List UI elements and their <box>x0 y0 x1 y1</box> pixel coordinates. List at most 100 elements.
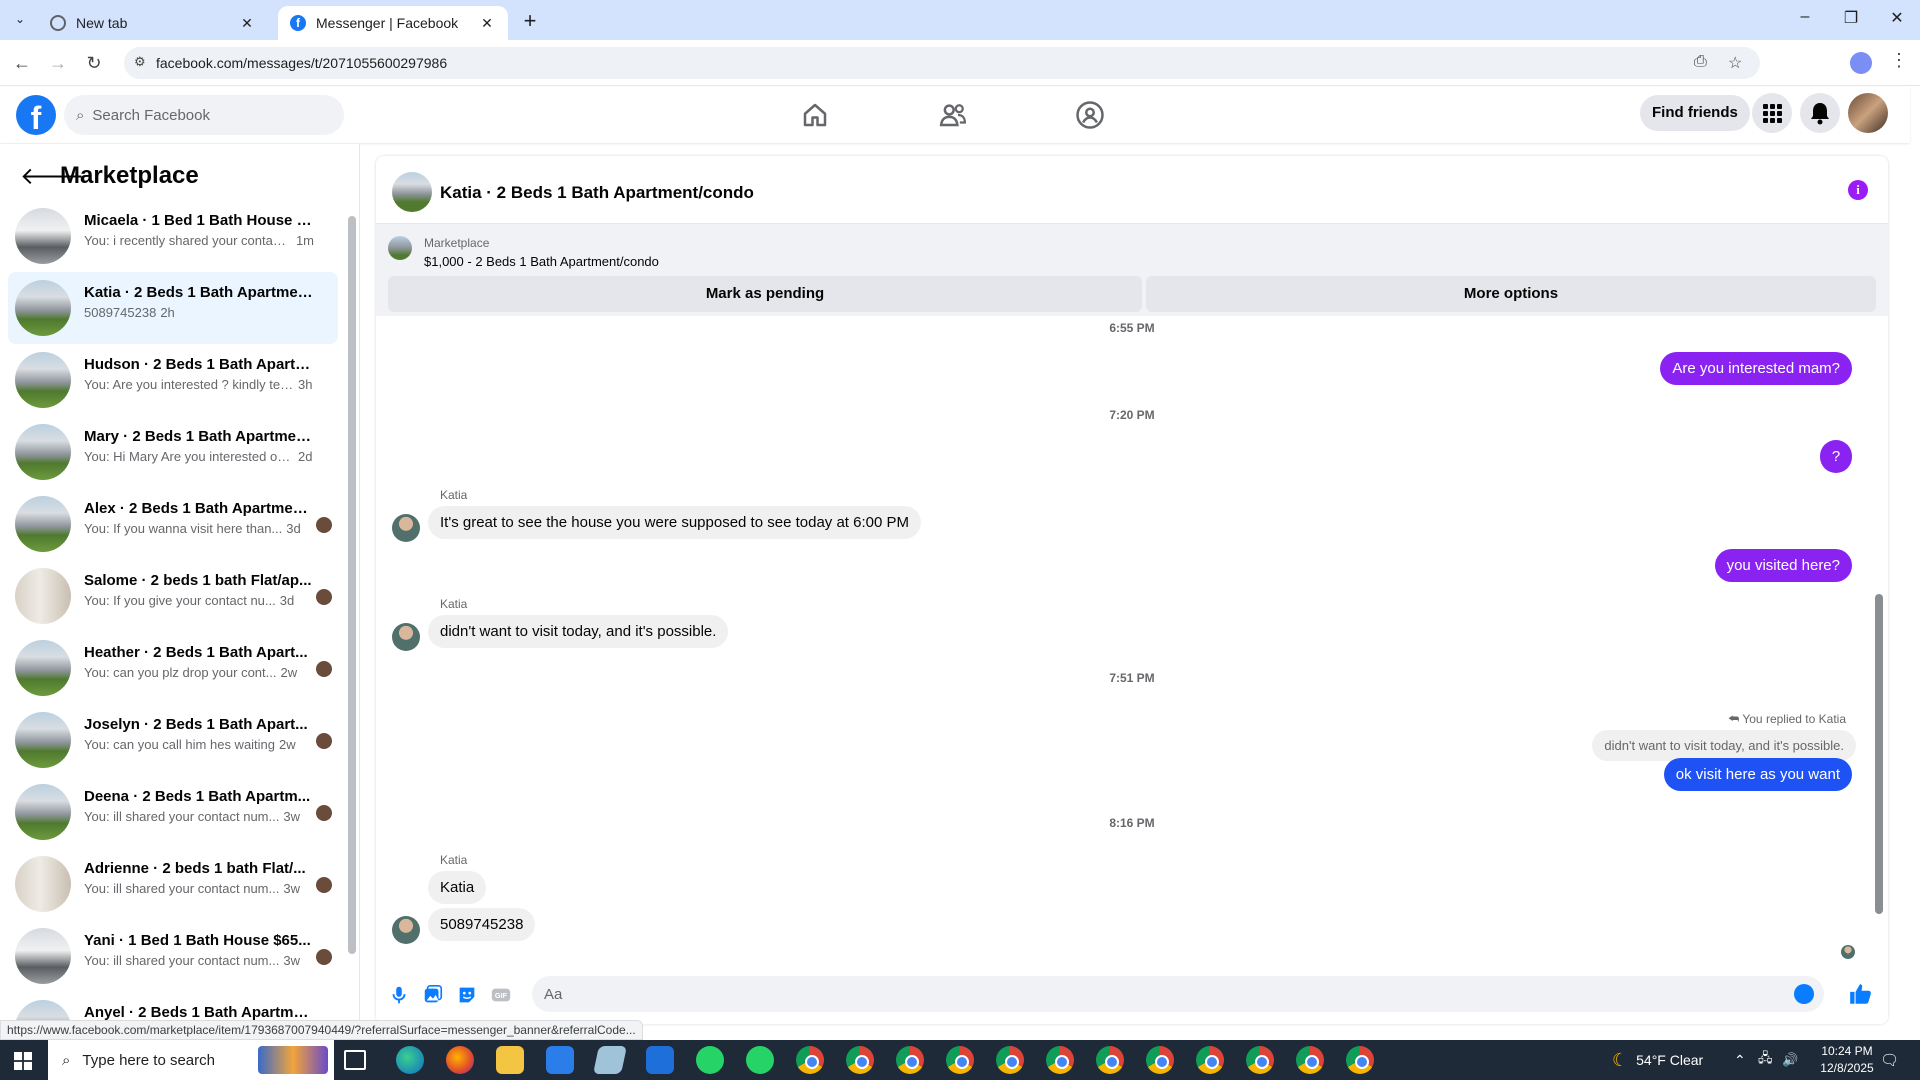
conversation-item[interactable]: Alex · 2 Beds 1 Bath Apartmen... You: If … <box>8 488 338 560</box>
new-tab-plus-icon[interactable]: + <box>518 8 542 34</box>
tab-search-icon[interactable]: ⌄ <box>10 9 30 29</box>
message-outgoing[interactable]: Are you interested mam? <box>1660 352 1852 385</box>
messages-scrollbar[interactable] <box>1874 324 1884 964</box>
forward-arrow-icon[interactable]: → <box>46 51 70 75</box>
friends-icon[interactable] <box>938 100 968 130</box>
minimize-icon[interactable]: – <box>1790 8 1820 26</box>
katia-avatar[interactable] <box>392 623 420 651</box>
address-bar[interactable]: ⚙ facebook.com/messages/t/20710556002979… <box>124 47 1760 79</box>
thumbs-up-icon[interactable] <box>1848 981 1874 1007</box>
close-icon[interactable]: ✕ <box>478 15 496 32</box>
search-input[interactable] <box>92 106 313 124</box>
network-icon[interactable]: 🖧 <box>1758 1040 1773 1080</box>
chat-avatar[interactable] <box>392 172 432 212</box>
conversation-item[interactable]: Mary · 2 Beds 1 Bath Apartment... You: Hi… <box>8 416 338 488</box>
taskbar-search-input[interactable] <box>82 1051 263 1069</box>
bookmark-star-icon[interactable]: ☆ <box>1728 53 1742 73</box>
message-incoming[interactable]: Katia <box>428 871 487 904</box>
chrome-icon[interactable] <box>1346 1046 1374 1074</box>
katia-avatar[interactable] <box>392 916 420 944</box>
chrome-icon[interactable] <box>946 1046 974 1074</box>
chat-title[interactable]: Katia · 2 Beds 1 Bath Apartment/condo <box>440 183 754 203</box>
facebook-search[interactable]: ⌕ <box>64 95 344 135</box>
microphone-icon[interactable] <box>388 984 410 1006</box>
notifications-button[interactable] <box>1800 93 1840 133</box>
listing-thumbnail[interactable] <box>388 236 412 260</box>
reload-icon[interactable]: ↻ <box>82 51 106 75</box>
chrome-icon[interactable] <box>1096 1046 1124 1074</box>
windows-start-icon[interactable] <box>14 1052 32 1070</box>
find-friends-button[interactable]: Find friends <box>1640 95 1750 131</box>
chrome-icon[interactable] <box>1246 1046 1274 1074</box>
volume-icon[interactable]: 🔊 <box>1782 1040 1798 1080</box>
facebook-logo-icon[interactable]: f <box>16 95 56 135</box>
conversation-item[interactable]: Joselyn · 2 Beds 1 Bath Apart... You: can… <box>8 704 338 776</box>
chrome-icon[interactable] <box>896 1046 924 1074</box>
conversation-item[interactable]: Micaela · 1 Bed 1 Bath House $6... You: i… <box>8 200 338 272</box>
message-outgoing[interactable]: ? <box>1820 440 1852 473</box>
conversation-item[interactable]: Katia · 2 Beds 1 Bath Apartment/... 50897… <box>8 272 338 344</box>
conversation-item[interactable]: Adrienne · 2 beds 1 bath Flat/... You: il… <box>8 848 338 920</box>
taskbar-clock[interactable]: 10:24 PM 12/8/2025 <box>1812 1043 1882 1077</box>
katia-avatar[interactable] <box>392 514 420 542</box>
listing-title[interactable]: $1,000 - 2 Beds 1 Bath Apartment/condo <box>424 254 659 269</box>
browser-profile-icon[interactable] <box>1850 52 1872 74</box>
chrome-icon[interactable] <box>1146 1046 1174 1074</box>
sticker-icon[interactable] <box>456 984 478 1006</box>
edge-icon[interactable] <box>396 1046 424 1074</box>
chrome-icon[interactable] <box>1046 1046 1074 1074</box>
store-icon[interactable] <box>546 1046 574 1074</box>
sidebar-scrollbar[interactable] <box>348 204 356 954</box>
file-explorer-icon[interactable] <box>496 1046 524 1074</box>
info-icon[interactable]: i <box>1848 180 1868 200</box>
quoted-message[interactable]: didn't want to visit today, and it's pos… <box>1592 730 1856 761</box>
gif-icon[interactable]: GIF <box>490 984 512 1006</box>
message-incoming[interactable]: It's great to see the house you were sup… <box>428 506 921 539</box>
whatsapp-icon[interactable] <box>696 1046 724 1074</box>
chrome-icon[interactable] <box>1196 1046 1224 1074</box>
taskbar-search[interactable]: ⌕ <box>48 1040 334 1080</box>
conversation-item[interactable]: Yani · 1 Bed 1 Bath House $65... You: ill… <box>8 920 338 992</box>
more-options-button[interactable]: More options <box>1146 276 1876 312</box>
conversation-item[interactable]: Salome · 2 beds 1 bath Flat/ap... You: If… <box>8 560 338 632</box>
conversation-item[interactable]: Deena · 2 Beds 1 Bath Apartm... You: ill … <box>8 776 338 848</box>
message-input[interactable] <box>532 976 1824 1012</box>
notepad-icon[interactable] <box>593 1046 627 1074</box>
notification-center-icon[interactable]: 🗨 <box>1880 1040 1899 1080</box>
back-arrow-icon[interactable]: ← <box>10 51 34 75</box>
chrome-icon[interactable] <box>1296 1046 1324 1074</box>
site-info-icon[interactable]: ⚙ <box>134 54 146 70</box>
chrome-icon[interactable] <box>996 1046 1024 1074</box>
home-icon[interactable] <box>800 100 830 130</box>
window-close-icon[interactable]: ✕ <box>1882 8 1912 28</box>
outlook-icon[interactable] <box>646 1046 674 1074</box>
browser-menu-icon[interactable]: ⋮ <box>1890 50 1908 71</box>
message-outgoing[interactable]: you visited here? <box>1714 549 1852 582</box>
tab-new-tab[interactable]: New tab ✕ <box>38 6 268 40</box>
task-view-icon[interactable] <box>344 1050 366 1070</box>
groups-icon[interactable] <box>1075 100 1105 130</box>
whatsapp-icon[interactable] <box>746 1046 774 1074</box>
back-arrow-icon[interactable]: 🡐 <box>20 161 84 191</box>
message-incoming[interactable]: 5089745238 <box>428 908 536 941</box>
message-input-box[interactable] <box>532 976 1824 1012</box>
chrome-icon[interactable] <box>846 1046 874 1074</box>
message-outgoing[interactable]: ok visit here as you want <box>1663 758 1852 791</box>
menu-grid-button[interactable] <box>1752 93 1792 133</box>
conversation-item[interactable]: Hudson · 2 Beds 1 Bath Apartme... You: Ar… <box>8 344 338 416</box>
message-incoming[interactable]: didn't want to visit today, and it's pos… <box>428 615 729 648</box>
photo-icon[interactable] <box>422 984 444 1006</box>
install-app-icon[interactable]: ⎙ <box>1694 53 1707 71</box>
weather-widget[interactable]: ☾ 54°F Clear <box>1612 1040 1703 1080</box>
close-icon[interactable]: ✕ <box>238 15 256 32</box>
conversation-item[interactable]: Heather · 2 Beds 1 Bath Apart... You: can… <box>8 632 338 704</box>
mark-as-pending-button[interactable]: Mark as pending <box>388 276 1142 312</box>
firefox-icon[interactable] <box>446 1046 474 1074</box>
tray-chevron-icon[interactable]: ⌃ <box>1734 1040 1746 1080</box>
emoji-icon[interactable] <box>1794 984 1814 1004</box>
restore-icon[interactable]: ❐ <box>1836 8 1866 28</box>
chrome-icon[interactable] <box>796 1046 824 1074</box>
url-text[interactable]: facebook.com/messages/t/2071055600297986 <box>156 55 447 71</box>
tab-messenger[interactable]: f Messenger | Facebook ✕ <box>278 6 508 40</box>
account-avatar[interactable] <box>1848 93 1888 133</box>
